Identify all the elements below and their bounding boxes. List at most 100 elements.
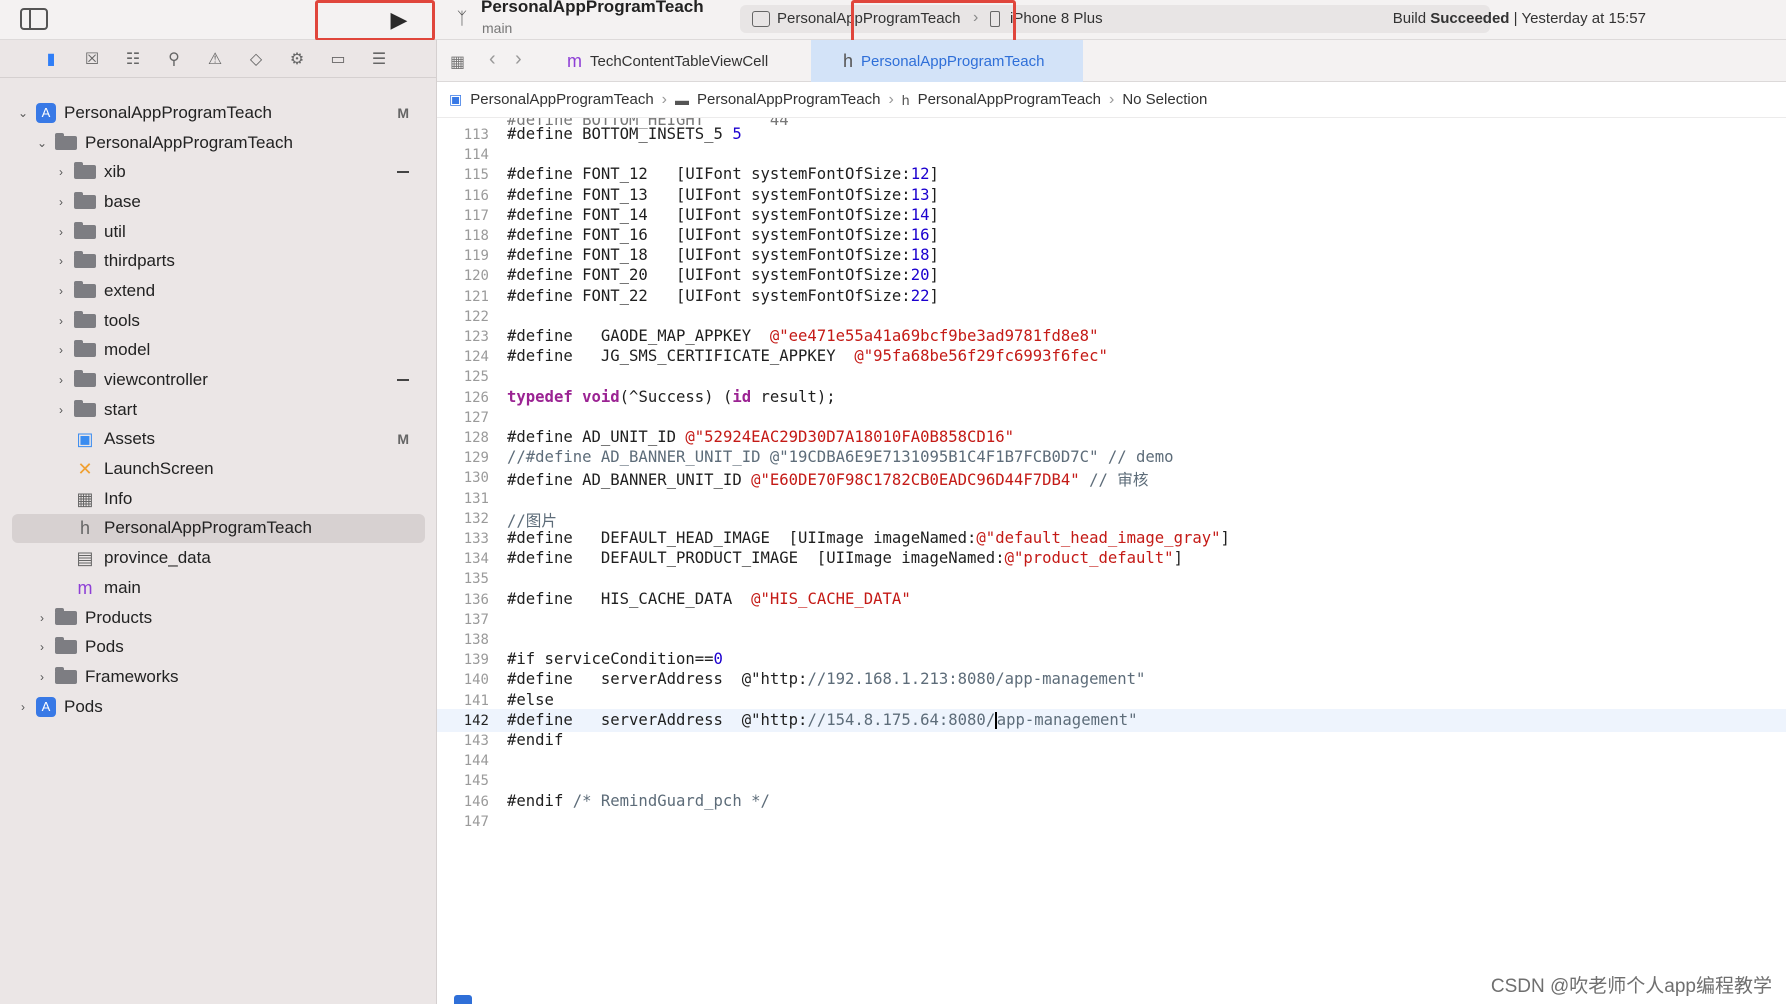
- code-line[interactable]: #define AD_BANNER_UNIT_ID @"E60DE70F98C1…: [507, 468, 1148, 490]
- code-line[interactable]: //图片: [507, 509, 557, 531]
- tree-item-info[interactable]: ▦ Info: [0, 484, 437, 514]
- code-line[interactable]: #endif /* RemindGuard_pch */: [507, 792, 770, 810]
- line-number[interactable]: 147: [437, 814, 489, 830]
- code-line[interactable]: #if serviceCondition==0: [507, 650, 723, 668]
- chevron-right-icon[interactable]: ›: [35, 670, 49, 684]
- breadcrumb-item[interactable]: PersonalAppProgramTeach: [918, 91, 1101, 108]
- symbol-icon[interactable]: ☷: [122, 48, 144, 70]
- line-number[interactable]: 121: [437, 289, 489, 305]
- tree-item-start[interactable]: › start: [0, 395, 437, 425]
- chevron-right-icon[interactable]: ›: [35, 611, 49, 625]
- code-line[interactable]: #define serverAddress @"http://192.168.1…: [507, 670, 1145, 688]
- tree-item-xib[interactable]: › xib: [0, 157, 437, 187]
- branch-icon[interactable]: ᛉ: [450, 7, 474, 31]
- scheme-selector[interactable]: PersonalAppProgramTeach › iPhone 8 Plus: [740, 5, 1490, 33]
- code-line[interactable]: #define DEFAULT_HEAD_IMAGE [UIImage imag…: [507, 529, 1230, 547]
- line-number[interactable]: 120: [437, 268, 489, 284]
- tree-item-extend[interactable]: › extend: [0, 276, 437, 306]
- breakpoint-icon[interactable]: ▭: [327, 48, 349, 70]
- device-name[interactable]: iPhone 8 Plus: [1010, 10, 1103, 27]
- test-icon[interactable]: ◇: [245, 48, 267, 70]
- line-number[interactable]: 140: [437, 672, 489, 688]
- line-number[interactable]: 122: [437, 309, 489, 325]
- tab-techcontent-cell[interactable]: m TechContentTableViewCell: [547, 40, 771, 82]
- search-icon[interactable]: ⚲: [163, 48, 185, 70]
- line-number[interactable]: 129: [437, 450, 489, 466]
- line-number[interactable]: 115: [437, 167, 489, 183]
- tree-item-header-selected[interactable]: h PersonalAppProgramTeach: [12, 513, 425, 544]
- line-number[interactable]: 119: [437, 248, 489, 264]
- line-number[interactable]: 127: [437, 410, 489, 426]
- line-number[interactable]: 142: [437, 713, 489, 729]
- tree-item-model[interactable]: › model: [0, 336, 437, 366]
- tree-item-viewcontroller[interactable]: › viewcontroller: [0, 365, 437, 395]
- tab-personalapp-header[interactable]: h PersonalAppProgramTeach: [811, 40, 1083, 82]
- scheme-name[interactable]: PersonalAppProgramTeach: [777, 10, 960, 27]
- debug-icon[interactable]: ⚙: [286, 48, 308, 70]
- chevron-right-icon[interactable]: ›: [54, 284, 68, 298]
- code-area[interactable]: #define BOTTOM_HEIGHT 44 113 #define BOTTO…: [437, 118, 1786, 998]
- line-number[interactable]: 128: [437, 430, 489, 446]
- line-number[interactable]: 114: [437, 147, 489, 163]
- line-number[interactable]: 125: [437, 369, 489, 385]
- grid-icon[interactable]: ▦: [450, 52, 468, 71]
- code-line[interactable]: #define FONT_22 [UIFont systemFontOfSize…: [507, 287, 939, 305]
- tree-item-pods-group[interactable]: › Pods: [0, 632, 437, 662]
- chevron-down-icon[interactable]: ⌄: [35, 136, 49, 150]
- tree-item-pods-project[interactable]: › A Pods: [0, 692, 437, 722]
- tree-item-province-data[interactable]: ▤ province_data: [0, 543, 437, 573]
- breadcrumb-item[interactable]: PersonalAppProgramTeach: [697, 91, 880, 108]
- code-line[interactable]: #define FONT_13 [UIFont systemFontOfSize…: [507, 186, 939, 204]
- tree-item-thirdparts[interactable]: › thirdparts: [0, 246, 437, 276]
- line-number[interactable]: 130: [437, 470, 489, 486]
- code-line[interactable]: #define FONT_14 [UIFont systemFontOfSize…: [507, 206, 939, 224]
- tree-item-frameworks[interactable]: › Frameworks: [0, 662, 437, 692]
- tree-item-launchscreen[interactable]: ✕ LaunchScreen: [0, 454, 437, 484]
- tree-item-products[interactable]: › Products: [0, 603, 437, 633]
- forward-arrow-icon[interactable]: ›: [515, 48, 522, 71]
- chevron-right-icon[interactable]: ›: [54, 225, 68, 239]
- chevron-right-icon[interactable]: ›: [35, 640, 49, 654]
- line-number[interactable]: 116: [437, 188, 489, 204]
- line-number[interactable]: 124: [437, 349, 489, 365]
- code-line[interactable]: #define AD_UNIT_ID @"52924EAC29D30D7A180…: [507, 428, 1014, 446]
- line-number[interactable]: 118: [437, 228, 489, 244]
- warning-icon[interactable]: ⚠: [204, 48, 226, 70]
- code-line[interactable]: #endif: [507, 731, 563, 749]
- tree-item-main[interactable]: m main: [0, 573, 437, 603]
- line-number[interactable]: 132: [437, 511, 489, 527]
- chevron-right-icon[interactable]: ›: [54, 195, 68, 209]
- code-line[interactable]: #define FONT_16 [UIFont systemFontOfSize…: [507, 226, 939, 244]
- code-line[interactable]: typedef void(^Success) (id result);: [507, 388, 836, 406]
- breadcrumb-item[interactable]: No Selection: [1122, 91, 1207, 108]
- code-line[interactable]: //#define AD_BANNER_UNIT_ID @"19CDBA6E9E…: [507, 448, 1174, 466]
- line-number[interactable]: 133: [437, 531, 489, 547]
- tree-item-project[interactable]: ⌄ A PersonalAppProgramTeach M: [0, 98, 437, 128]
- sidebar-toggle-icon[interactable]: [20, 8, 48, 30]
- chevron-right-icon[interactable]: ›: [54, 403, 68, 417]
- line-number[interactable]: 117: [437, 208, 489, 224]
- code-line[interactable]: #define JG_SMS_CERTIFICATE_APPKEY @"95fa…: [507, 347, 1108, 365]
- line-number[interactable]: 144: [437, 753, 489, 769]
- line-number[interactable]: 143: [437, 733, 489, 749]
- line-number[interactable]: 145: [437, 773, 489, 789]
- line-number[interactable]: 138: [437, 632, 489, 648]
- chevron-right-icon[interactable]: ›: [54, 343, 68, 357]
- chevron-right-icon[interactable]: ›: [54, 314, 68, 328]
- line-number[interactable]: 131: [437, 491, 489, 507]
- line-number[interactable]: 113: [437, 127, 489, 143]
- line-number[interactable]: 123: [437, 329, 489, 345]
- report-icon[interactable]: ☰: [368, 48, 390, 70]
- chevron-right-icon[interactable]: ›: [54, 165, 68, 179]
- line-number[interactable]: 137: [437, 612, 489, 628]
- tree-item-tools[interactable]: › tools: [0, 306, 437, 336]
- line-number[interactable]: 139: [437, 652, 489, 668]
- tree-item-group[interactable]: ⌄ PersonalAppProgramTeach: [0, 128, 437, 158]
- line-number[interactable]: 146: [437, 794, 489, 810]
- chevron-down-icon[interactable]: ⌄: [16, 106, 30, 120]
- run-icon[interactable]: ▶: [385, 6, 413, 34]
- chevron-right-icon[interactable]: ›: [16, 700, 30, 714]
- line-number[interactable]: 136: [437, 592, 489, 608]
- line-number[interactable]: 135: [437, 571, 489, 587]
- folder-icon[interactable]: ▮: [40, 48, 62, 70]
